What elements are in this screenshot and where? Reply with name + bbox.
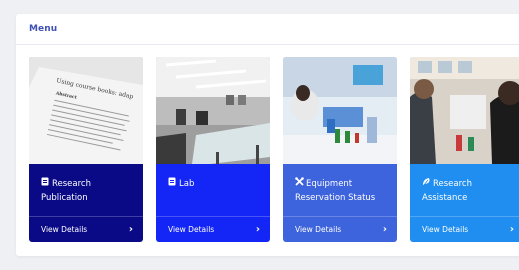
document-icon: [168, 177, 177, 191]
card-title: Lab: [156, 164, 270, 216]
view-details-link[interactable]: View Details ›: [283, 216, 397, 242]
seedling-icon: [422, 177, 431, 191]
card-title: Equipment Reservation Status: [283, 164, 397, 216]
view-details-label: View Details: [295, 225, 342, 234]
card-lab[interactable]: Lab View Details ›: [156, 57, 270, 242]
menu-cards: Using course books: adap Abstract Resear…: [29, 57, 519, 242]
view-details-link[interactable]: View Details ›: [156, 216, 270, 242]
view-details-label: View Details: [422, 225, 469, 234]
card-title: Research Publication: [29, 164, 143, 216]
view-details-link[interactable]: View Details ›: [29, 216, 143, 242]
panel-header: Menu: [16, 14, 519, 45]
card-title-line1: Research: [52, 179, 91, 189]
view-details-link[interactable]: View Details ›: [410, 216, 519, 242]
card-title-line1: Equipment: [306, 179, 353, 189]
card-title-line1: Lab: [179, 179, 195, 189]
chevron-right-icon: ›: [382, 224, 387, 235]
card-research-assistance[interactable]: Research Assistance View Details ›: [410, 57, 519, 242]
card-title-line2: Reservation Status: [295, 193, 376, 203]
view-details-label: View Details: [168, 225, 215, 234]
card-title: Research Assistance: [410, 164, 519, 216]
tools-icon: [295, 177, 304, 191]
research-publication-image: Using course books: adap Abstract: [29, 57, 143, 164]
card-title-line1: Research: [433, 179, 472, 189]
card-title-line2: Assistance: [422, 193, 468, 203]
chevron-right-icon: ›: [509, 224, 514, 235]
card-equipment-reservation[interactable]: Equipment Reservation Status View Detail…: [283, 57, 397, 242]
menu-panel: Menu Using course books: adap Abstract R…: [16, 14, 519, 256]
chevron-right-icon: ›: [255, 224, 260, 235]
lab-image: [156, 57, 270, 164]
document-icon: [41, 177, 50, 191]
chevron-right-icon: ›: [128, 224, 133, 235]
menu-title: Menu: [29, 24, 58, 34]
research-assistance-image: [410, 57, 519, 164]
card-research-publication[interactable]: Using course books: adap Abstract Resear…: [29, 57, 143, 242]
card-title-line2: Publication: [41, 193, 88, 203]
view-details-label: View Details: [41, 225, 88, 234]
equipment-image: [283, 57, 397, 164]
